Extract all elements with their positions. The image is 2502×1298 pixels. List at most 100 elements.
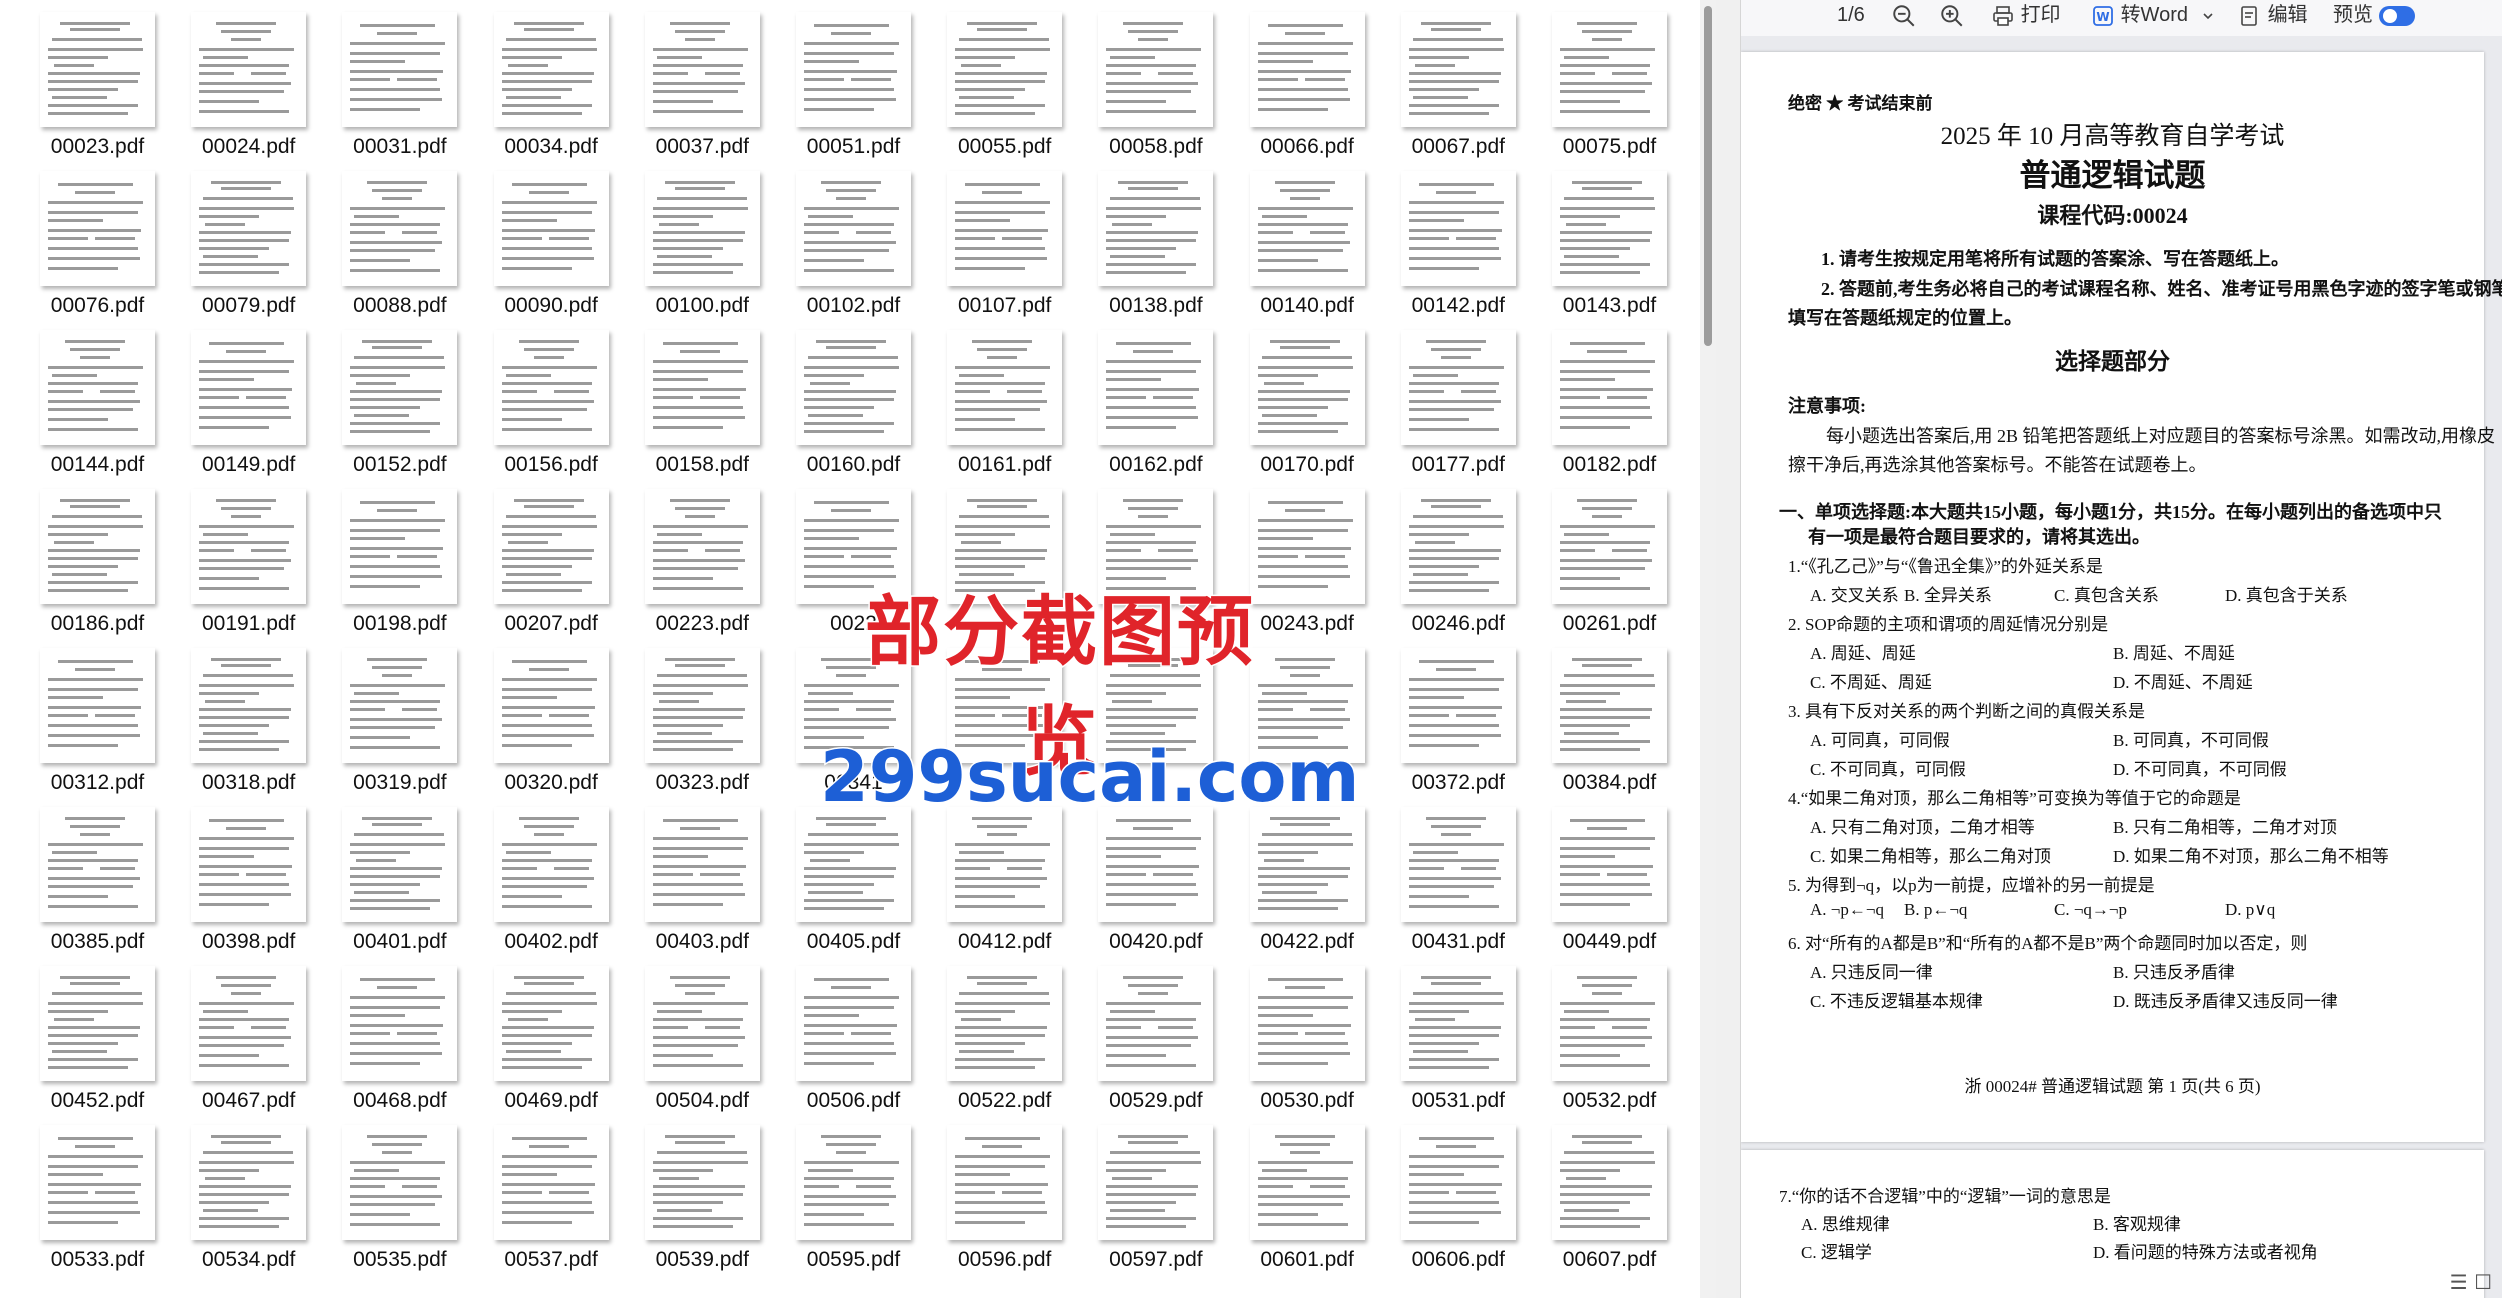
file-name-label: 00318.pdf: [201, 771, 296, 794]
file-thumbnail[interactable]: 00102.pdf: [778, 159, 929, 317]
file-thumbnail[interactable]: 00529.pdf: [1080, 954, 1231, 1112]
file-thumbnail[interactable]: 00034.pdf: [476, 0, 627, 158]
file-thumbnail[interactable]: 00533.pdf: [22, 1113, 173, 1271]
file-thumbnail[interactable]: 00161.pdf: [929, 318, 1080, 476]
file-thumbnail[interactable]: 00149.pdf: [173, 318, 324, 476]
file-thumbnail[interactable]: 00143.pdf: [1534, 159, 1685, 317]
file-thumbnail[interactable]: 00535.pdf: [324, 1113, 475, 1271]
file-thumbnail[interactable]: 00539.pdf: [627, 1113, 778, 1271]
list-view-icon[interactable]: ☰: [2450, 1270, 2468, 1294]
file-name-label: 00037.pdf: [655, 135, 750, 158]
file-thumbnail[interactable]: 00537.pdf: [476, 1113, 627, 1271]
section-title: 选择题部分: [2055, 349, 2170, 374]
file-thumbnail[interactable]: 00532.pdf: [1534, 954, 1685, 1112]
word-options-dropdown[interactable]: [2201, 0, 2215, 36]
file-thumbnail[interactable]: 00261.pdf: [1534, 477, 1685, 635]
file-thumbnail[interactable]: 00319.pdf: [324, 636, 475, 794]
edit-button[interactable]: 编辑: [2238, 0, 2308, 36]
file-thumbnail[interactable]: 00023.pdf: [22, 0, 173, 158]
file-thumbnail[interactable]: 00384.pdf: [1534, 636, 1685, 794]
file-thumbnail[interactable]: 00246.pdf: [1383, 477, 1534, 635]
file-thumbnail[interactable]: 00158.pdf: [627, 318, 778, 476]
page-view-icon[interactable]: ☐: [2474, 1270, 2492, 1294]
file-thumbnail[interactable]: 00403.pdf: [627, 795, 778, 953]
file-thumbnail[interactable]: 00207.pdf: [476, 477, 627, 635]
file-thumbnail[interactable]: 00160.pdf: [778, 318, 929, 476]
file-name-label: 00595.pdf: [806, 1248, 901, 1271]
file-thumbnail[interactable]: 00186.pdf: [22, 477, 173, 635]
print-button[interactable]: 打印: [1991, 0, 2061, 36]
file-thumbnail[interactable]: 00156.pdf: [476, 318, 627, 476]
file-thumbnail[interactable]: 00090.pdf: [476, 159, 627, 317]
file-thumbnail[interactable]: 00401.pdf: [324, 795, 475, 953]
question-option: C. 逻辑学: [1801, 1243, 1872, 1262]
file-thumbnail[interactable]: 00055.pdf: [929, 0, 1080, 158]
file-thumbnail[interactable]: 00058.pdf: [1080, 0, 1231, 158]
file-thumbnail[interactable]: 00138.pdf: [1080, 159, 1231, 317]
file-thumbnail[interactable]: 00144.pdf: [22, 318, 173, 476]
file-thumbnail[interactable]: 00067.pdf: [1383, 0, 1534, 158]
zoom-out-button[interactable]: [1891, 0, 1917, 36]
file-thumbnail[interactable]: 00596.pdf: [929, 1113, 1080, 1271]
file-thumbnail[interactable]: 00037.pdf: [627, 0, 778, 158]
file-thumbnail[interactable]: 00107.pdf: [929, 159, 1080, 317]
grid-scrollbar-thumb[interactable]: [1704, 6, 1712, 346]
file-thumbnail[interactable]: 00312.pdf: [22, 636, 173, 794]
file-thumbnail[interactable]: 00177.pdf: [1383, 318, 1534, 476]
file-thumbnail[interactable]: 00431.pdf: [1383, 795, 1534, 953]
file-thumbnail[interactable]: 00398.pdf: [173, 795, 324, 953]
preview-toggle[interactable]: 预览: [2333, 0, 2415, 36]
file-thumbnail[interactable]: 00601.pdf: [1232, 1113, 1383, 1271]
pdf-page-thumbnail: [191, 12, 307, 127]
file-thumbnail[interactable]: 00198.pdf: [324, 477, 475, 635]
file-thumbnail[interactable]: 00051.pdf: [778, 0, 929, 158]
file-thumbnail[interactable]: 00449.pdf: [1534, 795, 1685, 953]
file-thumbnail[interactable]: 00162.pdf: [1080, 318, 1231, 476]
file-thumbnail[interactable]: 00031.pdf: [324, 0, 475, 158]
file-thumbnail[interactable]: 00170.pdf: [1232, 318, 1383, 476]
file-thumbnail[interactable]: 00100.pdf: [627, 159, 778, 317]
file-thumbnail[interactable]: 00079.pdf: [173, 159, 324, 317]
file-thumbnail[interactable]: 00595.pdf: [778, 1113, 929, 1271]
file-thumbnail[interactable]: 00534.pdf: [173, 1113, 324, 1271]
preview-toggle-switch[interactable]: [2378, 5, 2415, 26]
grid-scrollbar[interactable]: [1700, 0, 1716, 1298]
file-thumbnail[interactable]: 00531.pdf: [1383, 954, 1534, 1112]
file-thumbnail[interactable]: 00024.pdf: [173, 0, 324, 158]
file-thumbnail[interactable]: 00318.pdf: [173, 636, 324, 794]
file-thumbnail[interactable]: 00522.pdf: [929, 954, 1080, 1112]
file-thumbnail[interactable]: 00140.pdf: [1232, 159, 1383, 317]
file-thumbnail[interactable]: 00076.pdf: [22, 159, 173, 317]
file-thumbnail[interactable]: 00385.pdf: [22, 795, 173, 953]
part-one-heading: 一、单项选择题:本大题共15小题，每小题1分，共15分。在每小题列出的备选项中只: [1779, 502, 2442, 522]
file-thumbnail[interactable]: 00142.pdf: [1383, 159, 1534, 317]
file-thumbnail[interactable]: 00223.pdf: [627, 477, 778, 635]
file-thumbnail[interactable]: 00066.pdf: [1232, 0, 1383, 158]
file-thumbnail[interactable]: 00323.pdf: [627, 636, 778, 794]
file-thumbnail[interactable]: 00075.pdf: [1534, 0, 1685, 158]
file-thumbnail[interactable]: 00530.pdf: [1232, 954, 1383, 1112]
file-thumbnail[interactable]: 00320.pdf: [476, 636, 627, 794]
file-thumbnail[interactable]: 00191.pdf: [173, 477, 324, 635]
file-thumbnail[interactable]: 00152.pdf: [324, 318, 475, 476]
file-thumbnail[interactable]: 00504.pdf: [627, 954, 778, 1112]
file-thumbnail[interactable]: 00469.pdf: [476, 954, 627, 1112]
file-thumbnail[interactable]: 00607.pdf: [1534, 1113, 1685, 1271]
view-mode-icons[interactable]: ☰ ☐: [2450, 1270, 2492, 1294]
pane-splitter[interactable]: [1716, 0, 1741, 1298]
file-thumbnail[interactable]: 00468.pdf: [324, 954, 475, 1112]
convert-to-word-button[interactable]: W 转Word: [2091, 0, 2188, 36]
file-thumbnail[interactable]: 00182.pdf: [1534, 318, 1685, 476]
file-thumbnail[interactable]: 00452.pdf: [22, 954, 173, 1112]
pdf-page-thumbnail: [1249, 966, 1365, 1081]
file-thumbnail[interactable]: 00372.pdf: [1383, 636, 1534, 794]
file-thumbnail[interactable]: 00506.pdf: [778, 954, 929, 1112]
file-thumbnail[interactable]: 00088.pdf: [324, 159, 475, 317]
file-thumbnail[interactable]: 00402.pdf: [476, 795, 627, 953]
zoom-in-button[interactable]: [1939, 0, 1965, 36]
file-thumbnail[interactable]: 00597.pdf: [1080, 1113, 1231, 1271]
pdf-page-thumbnail: [342, 171, 458, 286]
file-name-label: 00182.pdf: [1562, 453, 1657, 476]
file-thumbnail[interactable]: 00606.pdf: [1383, 1113, 1534, 1271]
file-thumbnail[interactable]: 00467.pdf: [173, 954, 324, 1112]
